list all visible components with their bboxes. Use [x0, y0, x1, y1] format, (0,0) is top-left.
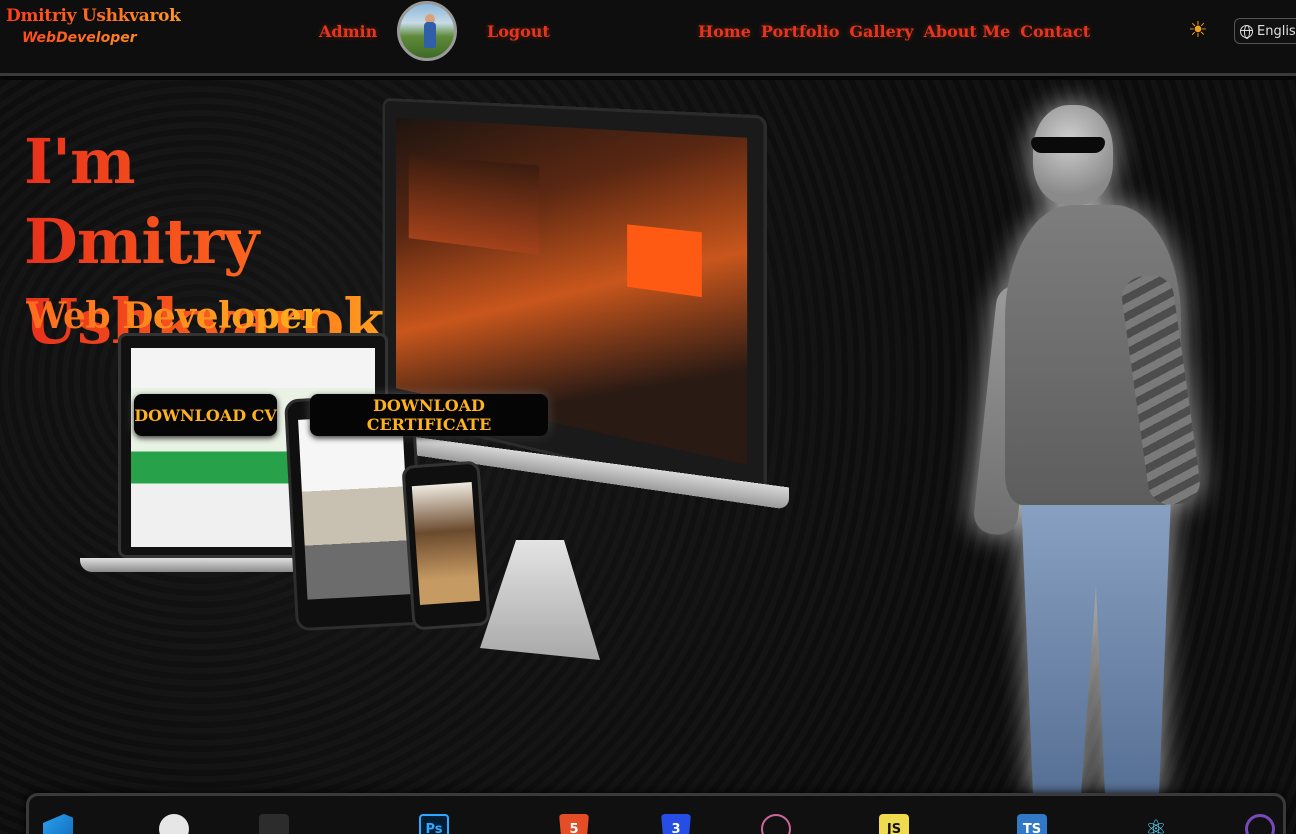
javascript-icon: JS: [879, 814, 909, 834]
globe-icon: [1240, 24, 1253, 39]
brand-subtitle: WebDeveloper: [22, 30, 181, 46]
skills-bar: Ps 5 3 JS TS ⚛: [26, 793, 1286, 834]
site-header: Dmitriy Ushkvarok WebDeveloper Admin Log…: [0, 0, 1296, 76]
typescript-icon: TS: [1017, 814, 1047, 834]
vscode-icon: [43, 814, 73, 834]
tablet-screen: [298, 414, 412, 600]
css3-icon: 3: [661, 814, 691, 834]
portrait-head: [1033, 105, 1113, 205]
html5-icon: 5: [559, 814, 589, 834]
language-select[interactable]: English: [1234, 18, 1296, 44]
download-certificate-button[interactable]: DOWNLOAD CERTIFICATE: [310, 394, 548, 436]
avatar-figure: [424, 22, 436, 48]
brand-name: Dmitriy Ushkvarok: [6, 6, 181, 26]
screen-promo: [408, 155, 539, 255]
nav-gallery[interactable]: Gallery: [849, 22, 913, 41]
language-value: English: [1257, 23, 1296, 39]
monitor-stand: [480, 540, 600, 660]
brand-logo[interactable]: Dmitriy Ushkvarok WebDeveloper: [6, 6, 181, 46]
portrait-figure: [972, 105, 1205, 795]
photoshop-icon: Ps: [419, 814, 449, 834]
download-cv-button[interactable]: DOWNLOAD CV: [134, 394, 277, 436]
phone-mockup: [401, 460, 491, 631]
portrait-legs: [1021, 495, 1171, 795]
logout-link[interactable]: Logout: [487, 22, 550, 41]
admin-link[interactable]: Admin: [319, 22, 377, 41]
github-icon: [159, 814, 189, 834]
hero-section: I'm Dmitry Ushkvarok Web Developer DOWNL…: [0, 80, 1296, 834]
phone-screen: [411, 482, 480, 605]
redux-icon: [1245, 814, 1275, 834]
nav-portfolio[interactable]: Portfolio: [761, 22, 839, 41]
sun-icon: ☀: [1188, 18, 1208, 43]
nav-home[interactable]: Home: [698, 22, 751, 41]
sass-icon: [761, 814, 791, 834]
developer-portrait: [972, 105, 1205, 795]
figma-icon: [259, 814, 289, 834]
main-nav: Home Portfolio Gallery About Me Contact: [698, 22, 1090, 41]
portrait-sunglasses: [1031, 137, 1105, 153]
theme-toggle[interactable]: ☀: [1186, 19, 1210, 43]
screen-orange-box: [627, 224, 702, 298]
hero-subtitle: Web Developer: [26, 295, 321, 337]
react-icon: ⚛: [1145, 815, 1167, 834]
nav-contact[interactable]: Contact: [1020, 22, 1090, 41]
avatar[interactable]: [397, 1, 457, 61]
nav-about-me[interactable]: About Me: [923, 22, 1010, 41]
